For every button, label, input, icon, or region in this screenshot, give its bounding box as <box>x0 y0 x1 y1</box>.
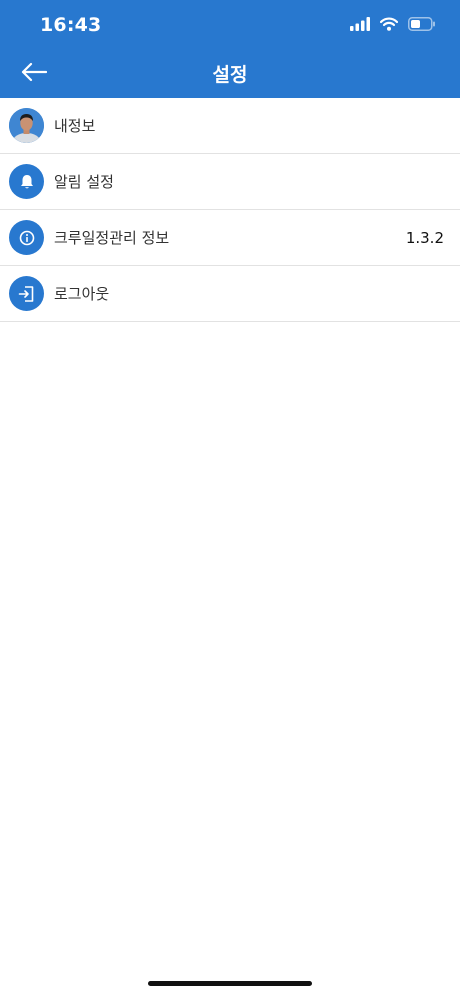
home-indicator <box>148 981 312 986</box>
settings-item-my-info[interactable]: 내정보 <box>0 98 460 154</box>
battery-icon <box>408 16 436 35</box>
wifi-icon <box>379 16 399 35</box>
settings-item-app-info[interactable]: 크루일정관리 정보 1.3.2 <box>0 210 460 266</box>
app-header: 16:43 설정 <box>0 0 460 98</box>
page-title: 설정 <box>212 64 248 86</box>
bell-icon <box>9 164 44 199</box>
settings-item-label: 크루일정관리 정보 <box>54 229 170 247</box>
settings-item-notifications[interactable]: 알림 설정 <box>0 154 460 210</box>
settings-item-label: 알림 설정 <box>54 173 114 191</box>
status-icons <box>350 16 436 35</box>
settings-item-logout[interactable]: 로그아웃 <box>0 266 460 322</box>
logout-icon <box>9 276 44 311</box>
signal-icon <box>350 16 370 35</box>
settings-item-label: 내정보 <box>54 117 96 135</box>
settings-list: 내정보 알림 설정 크루일정관리 정보 1.3.2 로그아웃 <box>0 98 460 322</box>
status-time: 16:43 <box>40 14 102 36</box>
app-version: 1.3.2 <box>405 228 444 247</box>
info-icon <box>9 220 44 255</box>
settings-item-label: 로그아웃 <box>54 285 110 303</box>
avatar <box>9 108 44 143</box>
